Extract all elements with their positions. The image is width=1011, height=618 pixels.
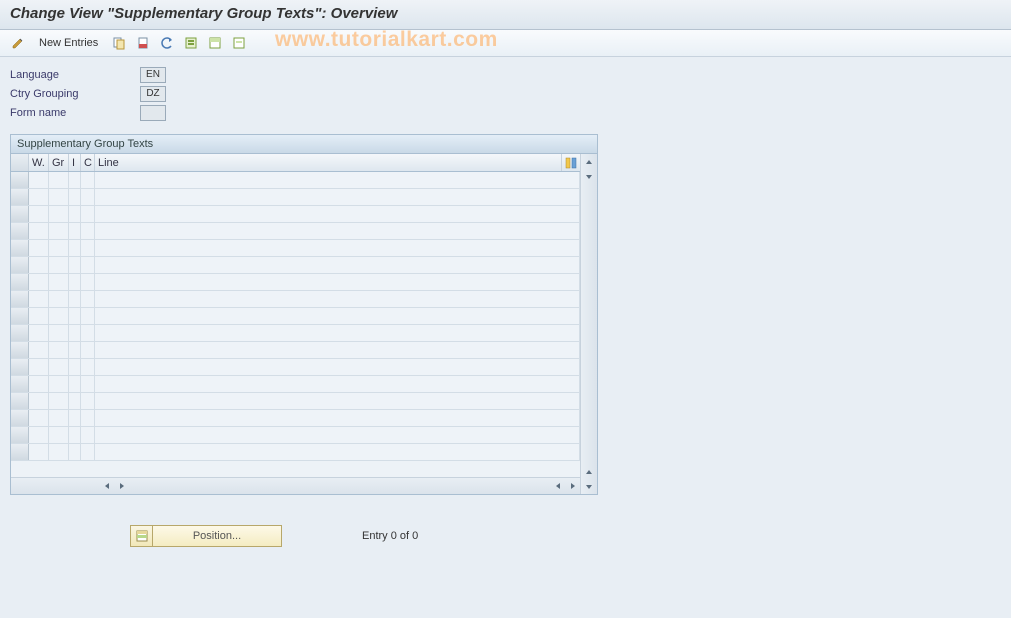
column-i[interactable]: I — [69, 154, 81, 171]
table-row[interactable] — [11, 444, 580, 461]
configure-columns-icon[interactable] — [562, 154, 580, 171]
column-w[interactable]: W. — [29, 154, 49, 171]
toolbar: New Entries www.tutorialkart.com — [0, 30, 1011, 57]
position-icon — [130, 525, 152, 547]
form-name-label: Form name — [10, 107, 140, 119]
table-row[interactable] — [11, 206, 580, 223]
column-c[interactable]: C — [81, 154, 95, 171]
grid-title: Supplementary Group Texts — [11, 135, 597, 154]
grid-header: W. Gr I C Line — [11, 154, 580, 172]
column-selector[interactable] — [11, 154, 29, 171]
select-all-icon[interactable] — [181, 33, 201, 53]
table-row[interactable] — [11, 223, 580, 240]
scroll-up-icon[interactable] — [581, 154, 597, 169]
entry-info: Entry 0 of 0 — [362, 530, 418, 542]
change-icon[interactable] — [8, 33, 28, 53]
form-name-field[interactable] — [140, 105, 166, 121]
table-row[interactable] — [11, 274, 580, 291]
grid-rows — [11, 172, 580, 477]
select-block-icon[interactable] — [205, 33, 225, 53]
column-line[interactable]: Line — [95, 154, 562, 171]
language-label: Language — [10, 69, 140, 81]
footer: Position... Entry 0 of 0 — [0, 525, 1011, 547]
table-row[interactable] — [11, 257, 580, 274]
table-row[interactable] — [11, 376, 580, 393]
scroll-right-end-icon[interactable] — [565, 479, 580, 494]
undo-icon[interactable] — [157, 33, 177, 53]
scroll-right-icon[interactable] — [114, 479, 129, 494]
ctry-grouping-field[interactable]: DZ — [140, 86, 166, 102]
scroll-down-icon[interactable] — [581, 479, 597, 494]
scroll-left-icon[interactable] — [99, 479, 114, 494]
copy-icon[interactable] — [109, 33, 129, 53]
table-row[interactable] — [11, 410, 580, 427]
language-field[interactable]: EN — [140, 67, 166, 83]
horizontal-scrollbar[interactable] — [11, 477, 580, 494]
table-row[interactable] — [11, 325, 580, 342]
column-gr[interactable]: Gr — [49, 154, 69, 171]
new-entries-button[interactable]: New Entries — [32, 34, 105, 52]
position-button-label: Position... — [152, 525, 282, 547]
form-area: Language EN Ctry Grouping DZ Form name — [0, 57, 1011, 134]
table-row[interactable] — [11, 291, 580, 308]
delete-icon[interactable] — [133, 33, 153, 53]
grid: Supplementary Group Texts W. Gr I C Line — [10, 134, 598, 495]
vertical-scrollbar[interactable] — [580, 154, 597, 494]
scroll-up-end-icon[interactable] — [581, 464, 597, 479]
table-row[interactable] — [11, 172, 580, 189]
scroll-down-small-icon[interactable] — [581, 169, 597, 184]
position-button[interactable]: Position... — [130, 525, 282, 547]
table-row[interactable] — [11, 189, 580, 206]
table-row[interactable] — [11, 342, 580, 359]
table-row[interactable] — [11, 359, 580, 376]
table-row[interactable] — [11, 427, 580, 444]
table-row[interactable] — [11, 240, 580, 257]
ctry-grouping-label: Ctry Grouping — [10, 88, 140, 100]
watermark: www.tutorialkart.com — [275, 28, 498, 52]
page-title: Change View "Supplementary Group Texts":… — [10, 5, 1001, 22]
table-row[interactable] — [11, 393, 580, 410]
deselect-all-icon[interactable] — [229, 33, 249, 53]
title-bar: Change View "Supplementary Group Texts":… — [0, 0, 1011, 30]
table-row[interactable] — [11, 308, 580, 325]
scroll-left-end-icon[interactable] — [550, 479, 565, 494]
